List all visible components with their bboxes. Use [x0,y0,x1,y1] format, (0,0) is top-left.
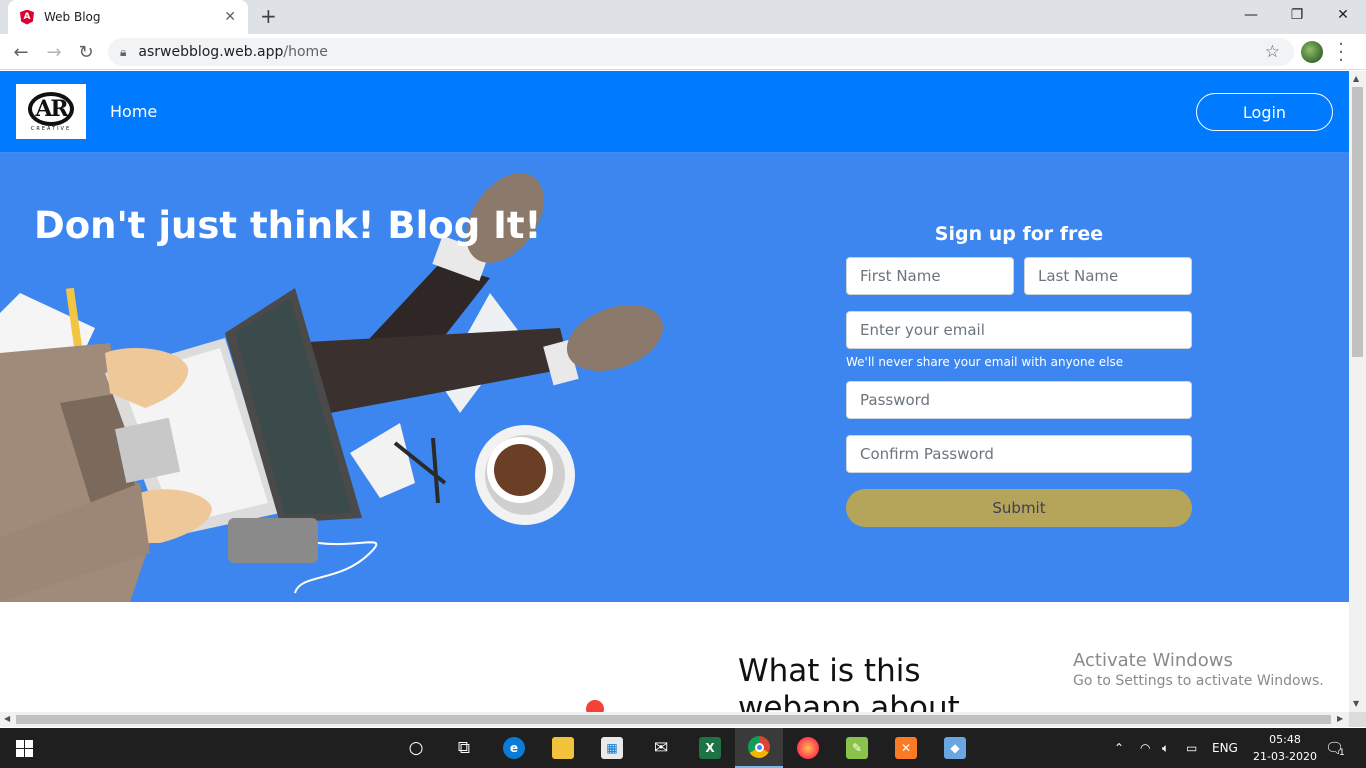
signup-title: Sign up for free [934,223,1104,245]
edge-browser-icon[interactable]: e [490,728,538,768]
new-tab-button[interactable]: + [260,4,277,28]
vertical-scroll-thumb[interactable] [1352,87,1363,357]
vertical-scrollbar[interactable]: ▲ ▼ [1349,71,1366,712]
window-close-button[interactable]: ✕ [1320,0,1366,30]
firefox-icon[interactable] [784,728,832,768]
lock-icon: 🔒︎ [120,44,127,59]
forward-arrow-icon[interactable]: → [42,40,66,64]
signup-form: Sign up for free We'll never share your … [846,223,1192,527]
email-hint: We'll never share your email with anyone… [846,355,1124,369]
decorative-dot [586,700,604,712]
restore-button[interactable]: ❐ [1274,0,1320,30]
language-indicator[interactable]: ENG [1212,728,1238,768]
reload-icon[interactable]: ↻ [74,40,98,64]
virtualbox-icon[interactable]: ◆ [931,728,979,768]
browser-tab-strip: A Web Blog ✕ + — ❐ ✕ [0,0,1366,34]
task-view-icon[interactable]: ⧉ [440,728,488,768]
web-page: AR CREATIVE Home Login Don't just think!… [0,71,1349,712]
url-path: /home [283,44,328,60]
profile-avatar[interactable] [1301,41,1323,63]
about-title: What is this webapp about [738,653,960,712]
minimize-button[interactable]: — [1228,0,1274,30]
action-center-icon[interactable]: 🗨︎ 1 [1325,728,1345,768]
scrollbar-corner [1349,712,1366,727]
email-input[interactable] [846,311,1192,349]
browser-toolbar: ← → ↻ 🔒︎ asrwebblog.web.app/home ☆ [0,34,1366,70]
browser-tab[interactable]: A Web Blog ✕ [8,0,248,34]
about-section: What is this webapp about Activate Windo… [0,602,1349,712]
hero-title: Don't just think! Blog It! [34,204,542,247]
horizontal-scrollbar[interactable]: ◀ ▶ [0,712,1349,727]
mail-icon[interactable]: ✉ [637,728,685,768]
tab-title: Web Blog [44,10,101,24]
hero-section: Don't just think! Blog It! Sign up for f… [0,153,1349,602]
angular-favicon-icon: A [20,9,34,25]
tab-close-icon[interactable]: ✕ [224,9,236,25]
nav-home-link[interactable]: Home [110,102,157,121]
logo-subtext: CREATIVE [30,125,72,132]
logo-mark: AR [28,91,74,126]
file-explorer-icon[interactable] [539,728,587,768]
volume-icon[interactable]: 🔈︎ [1162,728,1169,768]
activate-windows-watermark: Activate Windows Go to Settings to activ… [1073,650,1324,689]
scroll-down-arrow-icon[interactable]: ▼ [1353,699,1359,708]
bookmark-star-icon[interactable]: ☆ [1265,42,1280,62]
excel-icon[interactable]: X [686,728,734,768]
watermark-line1: Activate Windows [1073,650,1233,671]
wifi-icon[interactable]: ◠ [1140,728,1150,768]
address-bar[interactable]: 🔒︎ asrwebblog.web.app/home ☆ [108,38,1294,66]
confirm-password-input[interactable] [846,435,1192,473]
watermark-line2: Go to Settings to activate Windows. [1073,673,1324,689]
battery-icon[interactable]: ▭ [1186,728,1197,768]
scroll-left-arrow-icon[interactable]: ◀ [4,714,10,723]
notepad-plus-icon[interactable]: ✎ [833,728,881,768]
clock-date: 21-03-2020 [1253,750,1317,763]
submit-button[interactable]: Submit [846,489,1192,527]
back-arrow-icon[interactable]: ← [9,40,33,64]
scroll-right-arrow-icon[interactable]: ▶ [1337,714,1343,723]
show-hidden-icons-icon[interactable]: ⌃ [1114,728,1124,768]
site-logo[interactable]: AR CREATIVE [16,84,86,139]
scroll-up-arrow-icon[interactable]: ▲ [1353,74,1359,83]
clock-time: 05:48 [1269,733,1301,746]
windows-taskbar: ○ ⧉ e ▦ ✉ X ✎ ✕ ◆ ⌃ ◠ 🔈︎ ▭ ENG 05:48 21-… [0,728,1366,768]
login-button[interactable]: Login [1196,93,1333,131]
store-icon[interactable]: ▦ [588,728,636,768]
horizontal-scroll-thumb[interactable] [16,715,1331,724]
search-circle-icon[interactable]: ○ [392,728,440,768]
windows-start-icon[interactable] [0,728,48,768]
xampp-icon[interactable]: ✕ [882,728,930,768]
system-clock[interactable]: 05:48 21-03-2020 [1253,731,1317,765]
browser-menu-icon[interactable]: · · · [1336,36,1346,70]
notification-count: 1 [1339,748,1345,758]
url-host: asrwebblog.web.app [138,44,284,60]
site-navbar: AR CREATIVE Home Login [0,71,1349,153]
password-input[interactable] [846,381,1192,419]
chrome-icon[interactable] [735,728,783,768]
first-name-input[interactable] [846,257,1014,295]
last-name-input[interactable] [1024,257,1192,295]
